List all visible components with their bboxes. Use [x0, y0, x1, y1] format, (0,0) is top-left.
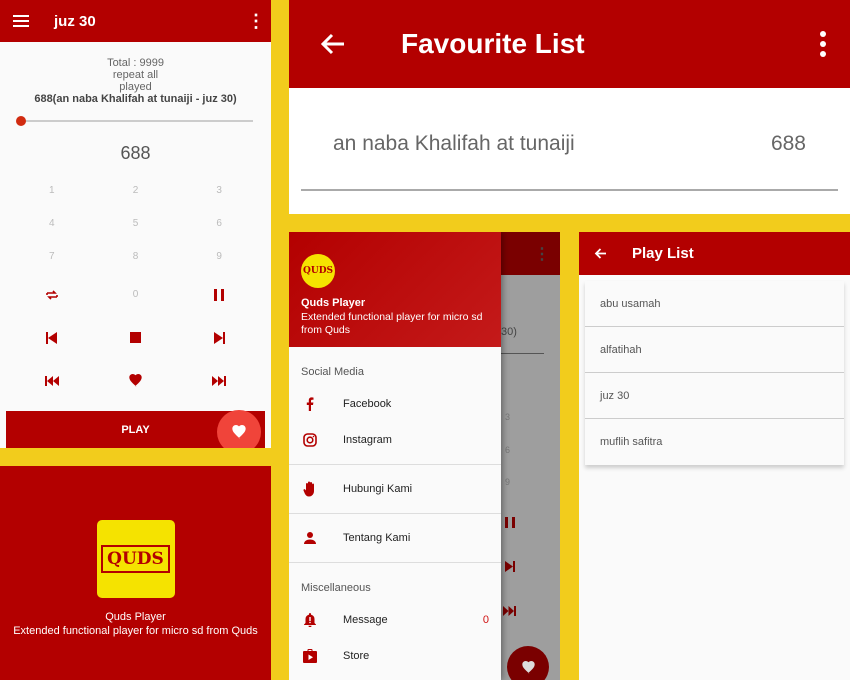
drawer-item-label: Hubungi Kami [343, 483, 413, 495]
playlist-screen: Play List abu usamah alfatihah juz 30 mu… [579, 232, 850, 680]
divider [289, 562, 501, 563]
heart-icon [232, 425, 246, 439]
message-count-badge: 0 [482, 614, 489, 626]
drawer-item-label: Tentang Kami [343, 532, 411, 544]
background-favorite-fab [507, 646, 549, 680]
key-2[interactable]: 2 [94, 174, 178, 207]
app-logo: QUDS [96, 520, 175, 598]
facebook-icon [289, 397, 331, 411]
drawer-item-label: Message [343, 614, 388, 626]
player-title: juz 30 [54, 12, 96, 30]
favourite-item[interactable]: an naba Khalifah at tunaiji 688 [333, 132, 806, 156]
bell-alert-icon [289, 613, 331, 627]
key-0[interactable]: 0 [94, 273, 178, 316]
miscellaneous-header: Miscellaneous [301, 582, 371, 594]
repeat-label: repeat all [112, 69, 159, 81]
logo-wordmark: QUDS [101, 545, 170, 573]
key-6[interactable]: 6 [177, 207, 261, 240]
background-seek-line [501, 353, 544, 354]
playlist-list: abu usamah alfatihah juz 30 muflih safit… [585, 281, 844, 465]
social-media-header: Social Media [301, 366, 364, 378]
splash-title: Quds Player [105, 611, 166, 623]
splash-screen: QUDS Quds Player Extended functional pla… [0, 466, 271, 680]
back-arrow-icon[interactable] [579, 248, 621, 259]
player-screen: juz 30 ⋮ Total : 9999 repeat all played … [0, 0, 271, 448]
favorite-heart-icon[interactable] [94, 359, 178, 402]
background-next-icon [505, 559, 515, 577]
key-9[interactable]: 9 [177, 240, 261, 273]
favourite-title: Favourite List [401, 28, 585, 59]
drawer-item-label: Instagram [343, 434, 392, 446]
drawer-item-label: Store [343, 650, 370, 662]
background-overflow-icon: ⋮ [534, 246, 550, 263]
drawer-item-contact[interactable]: Hubungi Kami [289, 471, 501, 507]
status-label: played [119, 81, 152, 93]
list-item[interactable]: juz 30 [585, 373, 844, 419]
drawer-header: QUDS Quds Player Extended functional pla… [289, 232, 501, 347]
drawer-item-instagram[interactable]: Instagram [289, 422, 501, 458]
favourite-screen: Favourite List an naba Khalifah at tunai… [289, 0, 850, 214]
overflow-menu-icon[interactable]: ⋮ [241, 11, 271, 32]
favourite-item-name: an naba Khalifah at tunaiji [333, 132, 575, 155]
track-number-display: 688 [120, 143, 151, 163]
instagram-icon [289, 433, 331, 447]
person-icon [289, 532, 331, 544]
keypad: 1 2 3 4 5 6 7 8 9 0 [10, 174, 261, 402]
drawer-item-about[interactable]: Tentang Kami [289, 520, 501, 556]
seek-bar[interactable] [16, 115, 253, 127]
key-1[interactable]: 1 [10, 174, 94, 207]
back-arrow-icon[interactable] [289, 33, 377, 55]
key-5[interactable]: 5 [94, 207, 178, 240]
divider [289, 513, 501, 514]
player-app-bar: juz 30 ⋮ [0, 0, 271, 42]
seek-track [18, 120, 253, 122]
list-item[interactable]: muflih safitra [585, 419, 844, 465]
list-item[interactable]: abu usamah [585, 281, 844, 327]
playlist-app-bar: Play List [579, 232, 850, 275]
seek-thumb[interactable] [16, 116, 26, 126]
player-info: Total : 9999 repeat all played 688(an na… [0, 57, 271, 105]
divider [301, 189, 838, 191]
divider [289, 464, 501, 465]
background-key: 6 [505, 445, 511, 455]
key-3[interactable]: 3 [177, 174, 261, 207]
drawer-item-store[interactable]: Store [289, 638, 501, 674]
navigation-drawer: QUDS Quds Player Extended functional pla… [289, 232, 501, 680]
favorite-fab[interactable] [217, 410, 261, 448]
key-8[interactable]: 8 [94, 240, 178, 273]
drawer-app-name: Quds Player [301, 297, 366, 309]
list-item[interactable]: alfatihah [585, 327, 844, 373]
overflow-menu-icon[interactable] [796, 31, 850, 57]
repeat-icon[interactable] [10, 273, 94, 316]
background-fast-forward-icon [503, 603, 516, 621]
drawer-item-message[interactable]: Message 0 [289, 602, 501, 638]
total-label: Total : 9999 [107, 57, 164, 69]
store-play-icon [289, 649, 331, 663]
drawer-app-desc: Extended functional player for micro sd … [301, 311, 483, 336]
drawer-screen: ⋮ 30) 3 6 9 QUDS Quds Player Extended fu… [289, 232, 560, 680]
background-pause-icon [505, 515, 515, 533]
favourite-app-bar: Favourite List [289, 0, 850, 88]
drawer-logo: QUDS [301, 254, 335, 288]
now-playing-label: 688(an naba Khalifah at tunaiji - juz 30… [34, 93, 237, 105]
drawer-item-label: Facebook [343, 398, 392, 410]
fast-forward-icon[interactable] [177, 359, 261, 402]
pause-icon[interactable] [177, 273, 261, 316]
key-7[interactable]: 7 [10, 240, 94, 273]
playlist-title: Play List [632, 245, 694, 262]
favourite-item-number: 688 [770, 132, 806, 155]
hamburger-menu-icon[interactable] [0, 15, 42, 27]
background-key: 3 [505, 412, 511, 422]
splash-subtitle: Extended functional player for micro sd … [13, 625, 258, 637]
drawer-item-facebook[interactable]: Facebook [289, 386, 501, 422]
background-key: 9 [505, 477, 511, 487]
background-text: 30) [501, 326, 517, 338]
rewind-icon[interactable] [10, 359, 94, 402]
next-icon[interactable] [177, 316, 261, 359]
hand-icon [289, 481, 331, 497]
stop-icon[interactable] [94, 316, 178, 359]
previous-icon[interactable] [10, 316, 94, 359]
key-4[interactable]: 4 [10, 207, 94, 240]
